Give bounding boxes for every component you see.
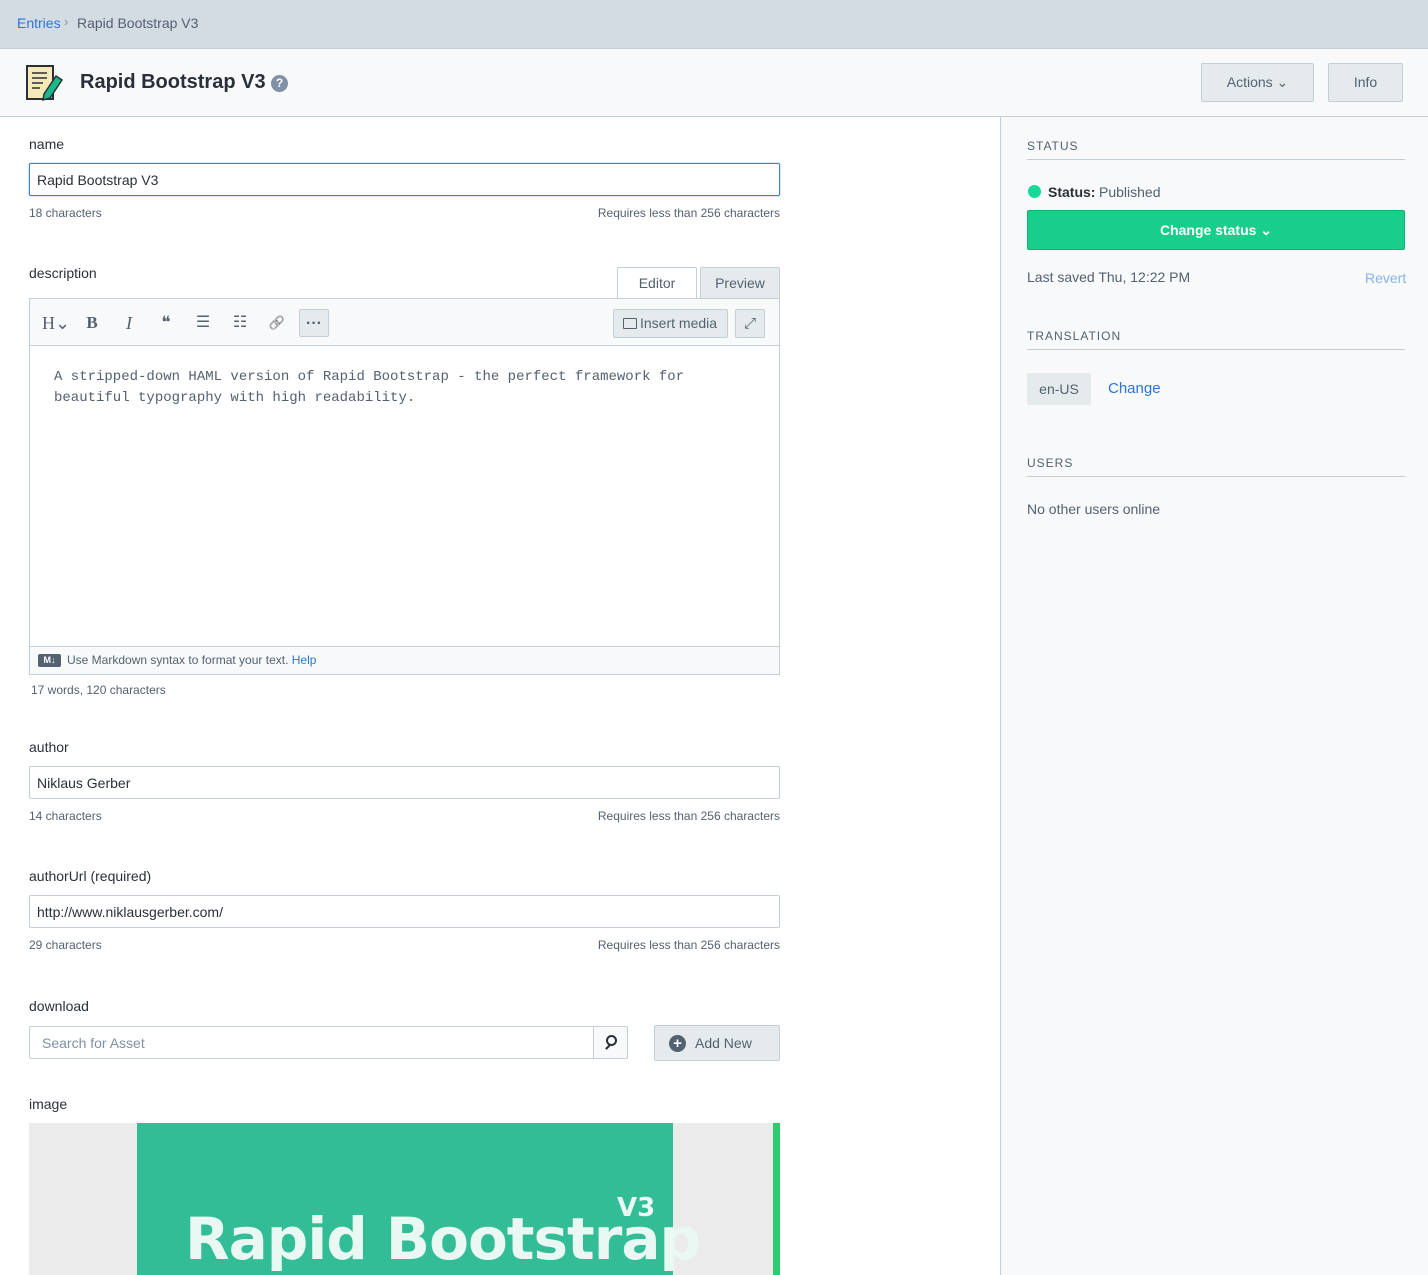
insert-media-label: Insert media [640, 315, 718, 331]
page-title: Rapid Bootstrap V3 [80, 71, 266, 93]
image-status-bar [773, 1123, 780, 1275]
author-input[interactable] [29, 766, 780, 799]
entry-header: Rapid Bootstrap V3 ? Actions ⌄ Info [0, 49, 1428, 117]
name-char-limit: Requires less than 256 characters [597, 206, 780, 220]
entry-document-icon [26, 65, 64, 102]
revert-link[interactable]: Revert [1365, 270, 1406, 286]
insert-media-button[interactable]: Insert media [613, 309, 728, 338]
tab-preview[interactable]: Preview [700, 267, 780, 298]
numbered-list-icon[interactable]: ☷ [225, 309, 255, 337]
plus-circle-icon: + [669, 1035, 686, 1052]
authorurl-field-label: authorUrl (required) [29, 868, 152, 884]
heading-icon[interactable]: H⌄ [38, 309, 74, 337]
status-section-title: STATUS [1027, 139, 1405, 160]
markdown-toolbar: H⌄ B I ❝ ☰ ☷ 🔗 ··· Insert media ⤢ [30, 299, 779, 346]
image-asset-preview[interactable]: Rapid Bootstrap V3 [29, 1123, 780, 1275]
author-char-count: 14 characters [29, 809, 102, 823]
image-icon [623, 318, 637, 329]
help-icon[interactable]: ? [271, 75, 288, 92]
image-thumbnail: Rapid Bootstrap V3 [137, 1123, 701, 1275]
search-button[interactable] [593, 1026, 628, 1059]
markdown-icon: M↓ [38, 654, 61, 667]
search-icon-handle [605, 1044, 611, 1050]
author-field-label: author [29, 739, 69, 755]
name-char-count: 18 characters [29, 206, 102, 220]
change-status-button[interactable]: Change status ⌄ [1027, 210, 1405, 250]
tab-editor[interactable]: Editor [617, 267, 697, 299]
fullscreen-icon[interactable]: ⤢ [735, 309, 765, 338]
bold-icon[interactable]: B [77, 309, 107, 337]
authorurl-char-limit: Requires less than 256 characters [597, 938, 780, 952]
entry-sidebar: STATUS Status: Published Change status ⌄… [1000, 117, 1428, 1275]
markdown-editor: H⌄ B I ❝ ☰ ☷ 🔗 ··· Insert media ⤢ A stri… [29, 298, 780, 675]
link-icon[interactable]: 🔗 [262, 309, 292, 337]
status-dot-icon [1028, 185, 1041, 198]
bullet-list-icon[interactable]: ☰ [188, 309, 218, 337]
status-value: Published [1099, 184, 1161, 200]
markdown-footer: M↓ Use Markdown syntax to format your te… [30, 646, 779, 674]
actions-button[interactable]: Actions ⌄ [1201, 63, 1314, 102]
breadcrumb: Entries › Rapid Bootstrap V3 [0, 0, 1428, 49]
breadcrumb-current: Rapid Bootstrap V3 [77, 15, 199, 31]
description-field-label: description [29, 265, 97, 281]
name-field-label: name [29, 136, 65, 152]
italic-icon[interactable]: I [114, 309, 144, 337]
authorurl-char-count: 29 characters [29, 938, 102, 952]
chevron-right-icon: › [64, 14, 69, 29]
description-word-count: 17 words, 120 characters [31, 683, 166, 697]
asset-search-input[interactable] [29, 1026, 594, 1059]
image-field-label: image [29, 1096, 68, 1112]
last-saved-text: Last saved Thu, 12:22 PM [1027, 269, 1191, 285]
author-char-limit: Requires less than 256 characters [597, 809, 780, 823]
quote-icon[interactable]: ❝ [151, 309, 181, 337]
more-options-icon[interactable]: ··· [299, 309, 329, 337]
entry-editor-main: name 18 characters Requires less than 25… [0, 117, 1000, 1275]
markdown-hint: Use Markdown syntax to format your text. [67, 653, 292, 667]
markdown-textarea[interactable]: A stripped-down HAML version of Rapid Bo… [54, 367, 754, 409]
add-new-asset-button[interactable]: + Add New [654, 1025, 780, 1061]
locale-badge: en-US [1027, 373, 1091, 405]
name-input[interactable] [29, 163, 780, 196]
download-field-label: download [29, 998, 89, 1014]
authorurl-input[interactable] [29, 895, 780, 928]
image-thumbnail-version: V3 [617, 1193, 656, 1223]
users-online-text: No other users online [1027, 501, 1161, 517]
users-section-title: USERS [1027, 456, 1405, 477]
breadcrumb-entries-link[interactable]: Entries [17, 15, 61, 31]
markdown-help-link[interactable]: Help [292, 653, 317, 667]
change-locale-link[interactable]: Change [1108, 380, 1161, 397]
status-label: Status: [1048, 184, 1096, 200]
info-button[interactable]: Info [1328, 63, 1403, 102]
translation-section-title: TRANSLATION [1027, 329, 1405, 350]
add-new-label: Add New [695, 1035, 752, 1051]
